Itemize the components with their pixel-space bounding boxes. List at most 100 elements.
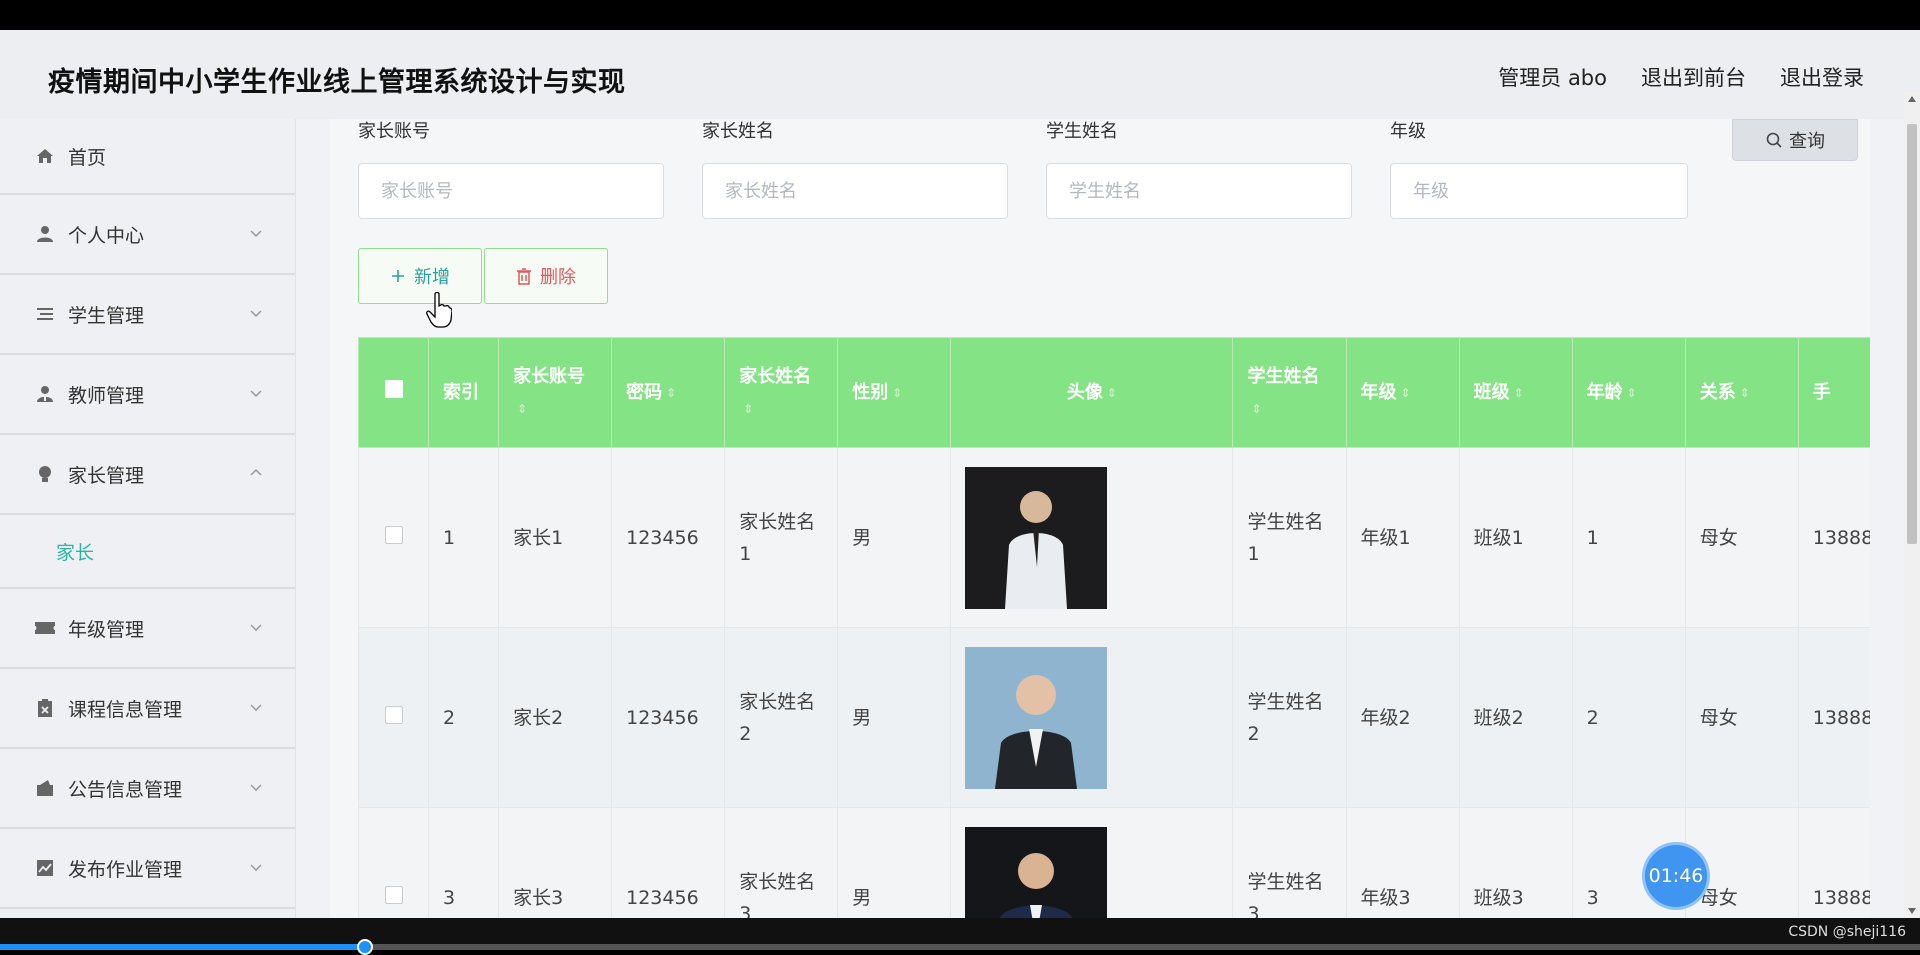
teacher-icon: [34, 383, 56, 405]
select-all-checkbox[interactable]: [384, 379, 403, 398]
sidebar-item-student-management[interactable]: 学生管理: [0, 275, 295, 355]
recording-timer[interactable]: 01:46: [1645, 845, 1707, 907]
sidebar-item-homework-management[interactable]: 发布作业管理: [0, 829, 295, 909]
column-header[interactable]: 性别 ⇕: [837, 337, 952, 448]
query-button[interactable]: 查询: [1732, 119, 1858, 161]
account-cell: 家长1: [498, 447, 613, 628]
sort-icon[interactable]: ⇕: [517, 393, 527, 425]
delete-button-label: 删除: [540, 267, 576, 288]
main-content: 家长账号 家长姓名 学生姓名 年级 查询 新增: [330, 119, 1870, 918]
sort-icon[interactable]: ⇕: [1401, 377, 1411, 409]
scroll-down-arrow[interactable]: [1908, 908, 1916, 914]
column-header[interactable]: 班级 ⇕: [1458, 337, 1573, 448]
delete-button[interactable]: 删除: [484, 248, 608, 304]
column-header[interactable]: 学生姓名⇕: [1232, 337, 1347, 448]
column-header[interactable]: 手: [1797, 337, 1870, 448]
action-bar: 新增 删除: [358, 248, 608, 304]
row-checkbox[interactable]: [384, 885, 403, 904]
chevron-down-icon: [250, 390, 262, 398]
sidebar-item-label: 发布作业管理: [68, 858, 183, 881]
student-cell: 学生姓名1: [1232, 447, 1347, 628]
add-button-label: 新增: [414, 267, 450, 288]
search-form: 家长账号 家长姓名 学生姓名 年级 查询: [358, 119, 1868, 229]
scrollbar-thumb[interactable]: [1907, 124, 1917, 544]
sidebar-subitem-parent[interactable]: 家长: [0, 515, 295, 589]
sidebar-item-grade-management[interactable]: 年级管理: [0, 589, 295, 669]
sort-icon[interactable]: ⇕: [743, 393, 753, 425]
video-progress-knob[interactable]: [356, 939, 373, 955]
grade-input[interactable]: [1390, 163, 1688, 219]
student-name-input[interactable]: [1046, 163, 1352, 219]
column-header[interactable]: 家长账号⇕: [498, 337, 613, 448]
chevron-down-icon: [250, 864, 262, 872]
page-scrollbar[interactable]: [1904, 92, 1920, 918]
class-cell: 班级3: [1458, 807, 1573, 918]
column-header[interactable]: 关系 ⇕: [1684, 337, 1799, 448]
avatar: [965, 826, 1108, 918]
parent-name-input[interactable]: [702, 163, 1008, 219]
class-cell: 班级1: [1458, 447, 1573, 628]
user-icon: [34, 223, 56, 245]
sort-icon[interactable]: ⇕: [1627, 377, 1637, 409]
sidebar-item-teacher-management[interactable]: 教师管理: [0, 355, 295, 435]
sidebar-item-home[interactable]: 首页: [0, 119, 295, 195]
column-header[interactable]: 年龄 ⇕: [1571, 337, 1686, 448]
relation-cell: 母女: [1684, 627, 1799, 808]
sidebar-item-label: 课程信息管理: [68, 698, 183, 721]
password-cell: 123456: [611, 627, 726, 808]
grade-cell: 年级1: [1345, 447, 1460, 628]
column-header[interactable]: 头像 ⇕: [950, 337, 1234, 448]
sort-icon[interactable]: ⇕: [1107, 377, 1117, 409]
row-select-cell[interactable]: [358, 807, 430, 918]
exit-to-front-link[interactable]: 退出到前台: [1641, 62, 1746, 92]
select-all-cell[interactable]: [358, 337, 430, 448]
avatar-cell: [950, 447, 1234, 628]
parent-account-input[interactable]: [358, 163, 664, 219]
watermark: CSDN @sheji116: [1788, 924, 1906, 940]
sidebar-item-label: 年级管理: [68, 618, 145, 641]
row-select-cell[interactable]: [358, 627, 430, 808]
avatar-cell: [950, 807, 1234, 918]
sort-icon[interactable]: ⇕: [666, 377, 676, 409]
scroll-up-arrow[interactable]: [1908, 96, 1916, 102]
chart-icon: [34, 857, 56, 879]
column-header[interactable]: 年级 ⇕: [1345, 337, 1460, 448]
password-cell: 123456: [611, 447, 726, 628]
avatar: [965, 466, 1108, 609]
home-icon: [34, 145, 56, 167]
name-cell: 家长姓名2: [724, 627, 839, 808]
index-cell: 2: [428, 627, 500, 808]
sidebar-item-label: 家长管理: [68, 464, 145, 487]
column-header[interactable]: 家长姓名⇕: [724, 337, 839, 448]
filter-label: 家长姓名: [702, 121, 774, 142]
column-header[interactable]: 密码 ⇕: [611, 337, 726, 448]
top-header: 疫情期间中小学生作业线上管理系统设计与实现 管理员 abo 退出到前台 退出登录: [0, 30, 1920, 119]
filter-parent-name: 家长姓名: [702, 119, 1008, 219]
logout-link[interactable]: 退出登录: [1780, 62, 1864, 92]
video-progress-fill: [0, 944, 365, 950]
app-title: 疫情期间中小学生作业线上管理系统设计与实现: [48, 67, 626, 98]
student-cell: 学生姓名2: [1232, 627, 1347, 808]
chevron-down-icon: [250, 310, 262, 318]
row-select-cell[interactable]: [358, 447, 430, 628]
sort-icon[interactable]: ⇕: [892, 377, 902, 409]
bulb-icon: [34, 463, 56, 485]
gender-cell: 男: [837, 447, 952, 628]
sort-icon[interactable]: ⇕: [1514, 377, 1524, 409]
sort-icon[interactable]: ⇕: [1740, 377, 1750, 409]
row-checkbox[interactable]: [384, 525, 403, 544]
password-cell: 123456: [611, 807, 726, 918]
ticket-icon: [34, 617, 56, 639]
sidebar-item-notice-management[interactable]: 公告信息管理: [0, 749, 295, 829]
sort-icon[interactable]: ⇕: [1251, 393, 1261, 425]
sidebar-item-parent-management[interactable]: 家长管理: [0, 435, 295, 515]
sidebar-item-course-management[interactable]: 课程信息管理: [0, 669, 295, 749]
name-cell: 家长姓名1: [724, 447, 839, 628]
account-cell: 家长3: [498, 807, 613, 918]
plus-icon: [392, 270, 404, 282]
sidebar-item-personal-center[interactable]: 个人中心: [0, 195, 295, 275]
row-checkbox[interactable]: [384, 705, 403, 724]
add-button[interactable]: 新增: [358, 248, 482, 304]
filter-parent-account: 家长账号: [358, 119, 664, 219]
grade-cell: 年级3: [1345, 807, 1460, 918]
